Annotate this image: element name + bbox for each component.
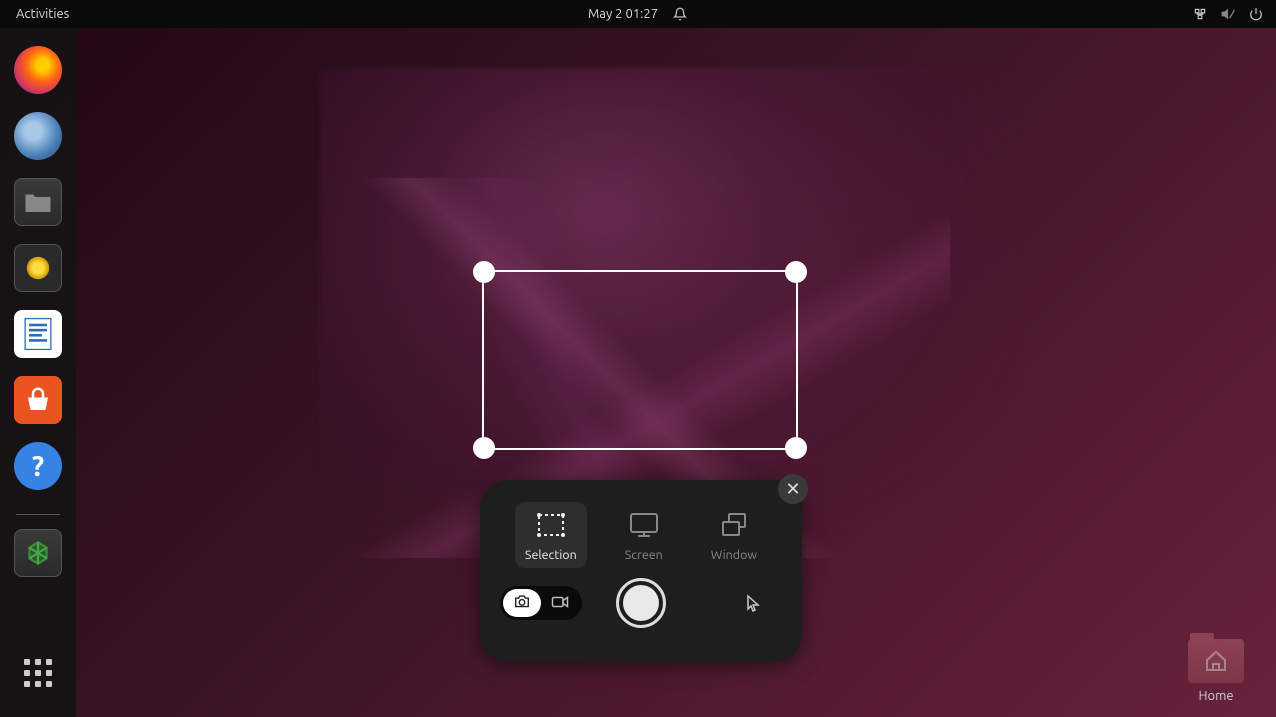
volume-icon — [1220, 6, 1236, 22]
mode-screen-button[interactable]: Screen — [615, 502, 673, 568]
mode-selection-button[interactable]: Selection — [515, 502, 587, 568]
dock-app-firefox[interactable] — [14, 46, 62, 94]
dock-app-files[interactable] — [14, 178, 62, 226]
datetime-label: May 2 01:27 — [588, 7, 658, 21]
photo-mode-button[interactable] — [503, 589, 541, 617]
close-button[interactable]: ✕ — [778, 474, 808, 504]
selection-icon — [534, 510, 568, 540]
desktop-home-folder[interactable]: Home — [1188, 639, 1244, 703]
home-folder-label: Home — [1198, 689, 1233, 703]
top-bar: Activities May 2 01:27 — [0, 0, 1276, 28]
capture-mode-row: Selection Screen Window — [515, 502, 767, 568]
screenshot-selection-area[interactable] — [482, 270, 798, 450]
dock-app-rhythmbox[interactable] — [14, 244, 62, 292]
dock-app-thunderbird[interactable] — [14, 112, 62, 160]
mode-selection-label: Selection — [525, 548, 577, 562]
mode-window-button[interactable]: Window — [701, 502, 767, 568]
media-type-toggle — [500, 586, 582, 620]
selection-handle-bottom-left[interactable] — [473, 437, 495, 459]
selection-handle-top-left[interactable] — [473, 261, 495, 283]
selection-handle-top-right[interactable] — [785, 261, 807, 283]
capture-controls-row — [500, 586, 782, 620]
home-folder-icon — [1188, 639, 1244, 683]
top-bar-center[interactable]: May 2 01:27 — [588, 6, 688, 22]
video-mode-button[interactable] — [541, 589, 579, 617]
network-icon — [1192, 6, 1208, 22]
screen-icon — [627, 510, 661, 540]
capture-button[interactable] — [616, 578, 666, 628]
dock-app-help[interactable]: ? — [14, 442, 62, 490]
camera-icon — [513, 594, 531, 612]
show-applications-button[interactable] — [14, 649, 62, 697]
video-icon — [551, 594, 569, 612]
mode-window-label: Window — [711, 548, 757, 562]
dock-separator — [16, 514, 60, 515]
dock-app-libreoffice-writer[interactable] — [14, 310, 62, 358]
mode-screen-label: Screen — [625, 548, 663, 562]
screenshot-panel: ✕ Selection Screen Window — [480, 480, 802, 662]
dock: ? — [0, 28, 76, 717]
dock-app-ubuntu-software[interactable] — [14, 376, 62, 424]
show-pointer-toggle[interactable] — [746, 594, 760, 616]
system-status-area[interactable] — [1192, 6, 1276, 22]
power-icon — [1248, 6, 1264, 22]
dock-app-trash[interactable] — [14, 529, 62, 577]
selection-handle-bottom-right[interactable] — [785, 437, 807, 459]
close-icon: ✕ — [785, 479, 800, 500]
activities-button[interactable]: Activities — [0, 7, 85, 21]
window-icon — [717, 510, 751, 540]
notification-bell-icon — [672, 6, 688, 22]
